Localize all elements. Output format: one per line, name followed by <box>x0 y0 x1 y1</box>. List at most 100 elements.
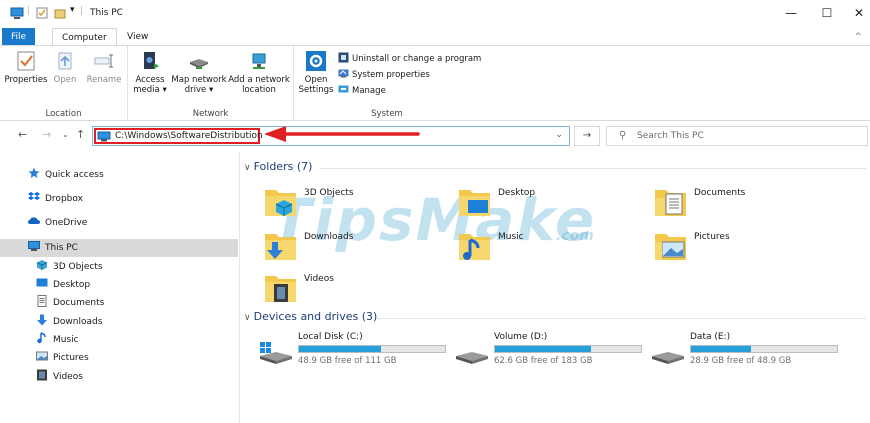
map-network-drive-button[interactable]: Map network drive ▾ <box>170 50 228 95</box>
folder-3d-objects-icon <box>265 190 296 216</box>
drive-item-c[interactable]: Local Disk (C:) 48.9 GB free of 111 GB <box>258 332 454 372</box>
maximize-button[interactable]: ☐ <box>812 4 842 22</box>
music-icon <box>37 332 46 344</box>
system-properties-button[interactable]: System properties <box>338 68 430 81</box>
add-network-location-button[interactable]: Add a network location <box>228 50 290 95</box>
drives-section-header[interactable]: ∨ Devices and drives (3) <box>244 310 377 323</box>
folder-videos-icon <box>265 276 296 302</box>
gear-icon <box>306 51 326 71</box>
properties-icon <box>17 51 35 71</box>
window-title: This PC <box>90 8 123 18</box>
ribbon-group-network: Access media ▾ Map network drive ▾ Add a… <box>128 46 294 121</box>
uninstall-program-button[interactable]: Uninstall or change a program <box>338 52 481 65</box>
folder-item-downloads[interactable]: Downloads <box>264 228 444 268</box>
add-network-location-icon <box>252 53 266 69</box>
sidebar-item-3d-objects[interactable]: 3D Objects <box>36 258 103 276</box>
separator: | <box>27 6 31 16</box>
search-icon: ⚲ <box>619 130 627 141</box>
drive-usage-fill <box>691 346 751 352</box>
sidebar-item-videos[interactable]: Videos <box>36 368 83 386</box>
download-icon <box>37 314 47 326</box>
rename-button[interactable]: Rename <box>84 50 124 85</box>
drive-usage-fill <box>299 346 381 352</box>
navigation-bar: ← → ⌄ ↑ C:\Windows\SoftwareDistribution … <box>0 124 870 148</box>
pc-icon[interactable] <box>10 7 24 19</box>
system-properties-icon <box>338 69 349 78</box>
chevron-down-icon: ∨ <box>244 163 251 173</box>
minimize-button[interactable]: — <box>776 4 806 22</box>
folder-downloads-icon <box>265 234 296 260</box>
open-settings-button[interactable]: Open Settings <box>298 50 334 95</box>
properties-button[interactable]: Properties <box>4 50 48 85</box>
customize-qa-icon[interactable]: ▾ <box>70 5 75 15</box>
tab-file[interactable]: File <box>2 28 36 46</box>
sidebar-item-music[interactable]: Music <box>36 331 79 349</box>
sidebar-item-quick-access[interactable]: Quick access <box>28 166 104 184</box>
folder-item-documents[interactable]: Documents <box>654 184 834 224</box>
pc-icon <box>97 131 111 142</box>
address-dropdown-icon[interactable]: ⌄ <box>555 130 563 140</box>
folder-music-icon <box>459 234 490 260</box>
access-media-button[interactable]: Access media ▾ <box>132 50 168 95</box>
folder-item-pictures[interactable]: Pictures <box>654 228 834 268</box>
sidebar-item-documents[interactable]: Documents <box>36 294 104 312</box>
ribbon-tabs: File Computer View <box>0 28 870 46</box>
sidebar-item-this-pc[interactable]: This PC <box>0 239 238 257</box>
sidebar-item-pictures[interactable]: Pictures <box>36 349 89 367</box>
tab-view[interactable]: View <box>118 28 157 46</box>
forward-arrow-icon[interactable]: → <box>42 128 51 141</box>
folder-item-3d-objects[interactable]: 3D Objects <box>264 184 444 224</box>
content-pane: ∨ Folders (7) 3D Objects Desktop Document… <box>244 152 870 423</box>
folder-pictures-icon <box>655 234 686 260</box>
rename-icon <box>94 54 113 68</box>
folder-item-videos[interactable]: Videos <box>264 270 444 310</box>
separator: | <box>80 6 84 16</box>
recent-locations-chevron-icon[interactable]: ⌄ <box>62 130 69 139</box>
sidebar-item-downloads[interactable]: Downloads <box>36 313 102 331</box>
search-input[interactable]: ⚲ Search This PC <box>606 126 868 146</box>
title-bar: | ▾ | This PC — ☐ ✕ <box>0 0 870 26</box>
ribbon-group-label: Network <box>192 109 229 119</box>
drive-usage-bar <box>690 345 838 353</box>
open-button[interactable]: Open <box>50 50 80 85</box>
hard-drive-icon <box>652 352 684 364</box>
document-icon <box>37 295 47 307</box>
new-folder-qa-icon[interactable] <box>54 7 66 19</box>
go-arrow-icon[interactable]: → <box>574 126 600 146</box>
folder-item-desktop[interactable]: Desktop <box>458 184 638 224</box>
desktop-icon <box>36 278 48 287</box>
open-icon <box>58 52 72 70</box>
hard-drive-icon <box>456 352 488 364</box>
star-icon <box>28 167 40 178</box>
close-button[interactable]: ✕ <box>844 4 870 22</box>
section-divider <box>320 168 866 169</box>
folder-documents-icon <box>655 190 686 216</box>
sidebar-item-desktop[interactable]: Desktop <box>36 276 90 294</box>
cube-icon <box>36 260 48 270</box>
up-arrow-icon[interactable]: ↑ <box>76 128 85 141</box>
folder-desktop-icon <box>459 190 490 216</box>
properties-qa-icon[interactable] <box>36 7 48 19</box>
ribbon-collapse-icon[interactable]: ^ <box>854 32 862 42</box>
tab-computer[interactable]: Computer <box>52 28 117 46</box>
address-path[interactable]: C:\Windows\SoftwareDistribution <box>115 131 263 141</box>
map-network-drive-icon <box>190 59 208 69</box>
folders-section-header[interactable]: ∨ Folders (7) <box>244 160 312 173</box>
navigation-pane: Quick access Dropbox OneDrive This PC 3D… <box>0 152 240 423</box>
manage-button[interactable]: Manage <box>338 84 386 97</box>
access-media-icon <box>144 52 159 69</box>
picture-icon <box>36 351 48 361</box>
dropbox-icon <box>28 192 40 200</box>
drive-usage-fill <box>495 346 592 352</box>
manage-icon <box>338 85 349 93</box>
search-placeholder: Search This PC <box>637 131 704 141</box>
video-icon <box>37 369 47 381</box>
drive-item-e[interactable]: Data (E:) 28.9 GB free of 48.9 GB <box>650 332 846 372</box>
sidebar-item-dropbox[interactable]: Dropbox <box>28 190 83 208</box>
back-arrow-icon[interactable]: ← <box>18 128 27 141</box>
sidebar-item-onedrive[interactable]: OneDrive <box>28 214 87 232</box>
chevron-down-icon: ∨ <box>244 313 251 323</box>
drive-item-d[interactable]: Volume (D:) 62.6 GB free of 183 GB <box>454 332 650 372</box>
ribbon-group-label: Location <box>45 109 82 119</box>
folder-item-music[interactable]: Music <box>458 228 638 268</box>
